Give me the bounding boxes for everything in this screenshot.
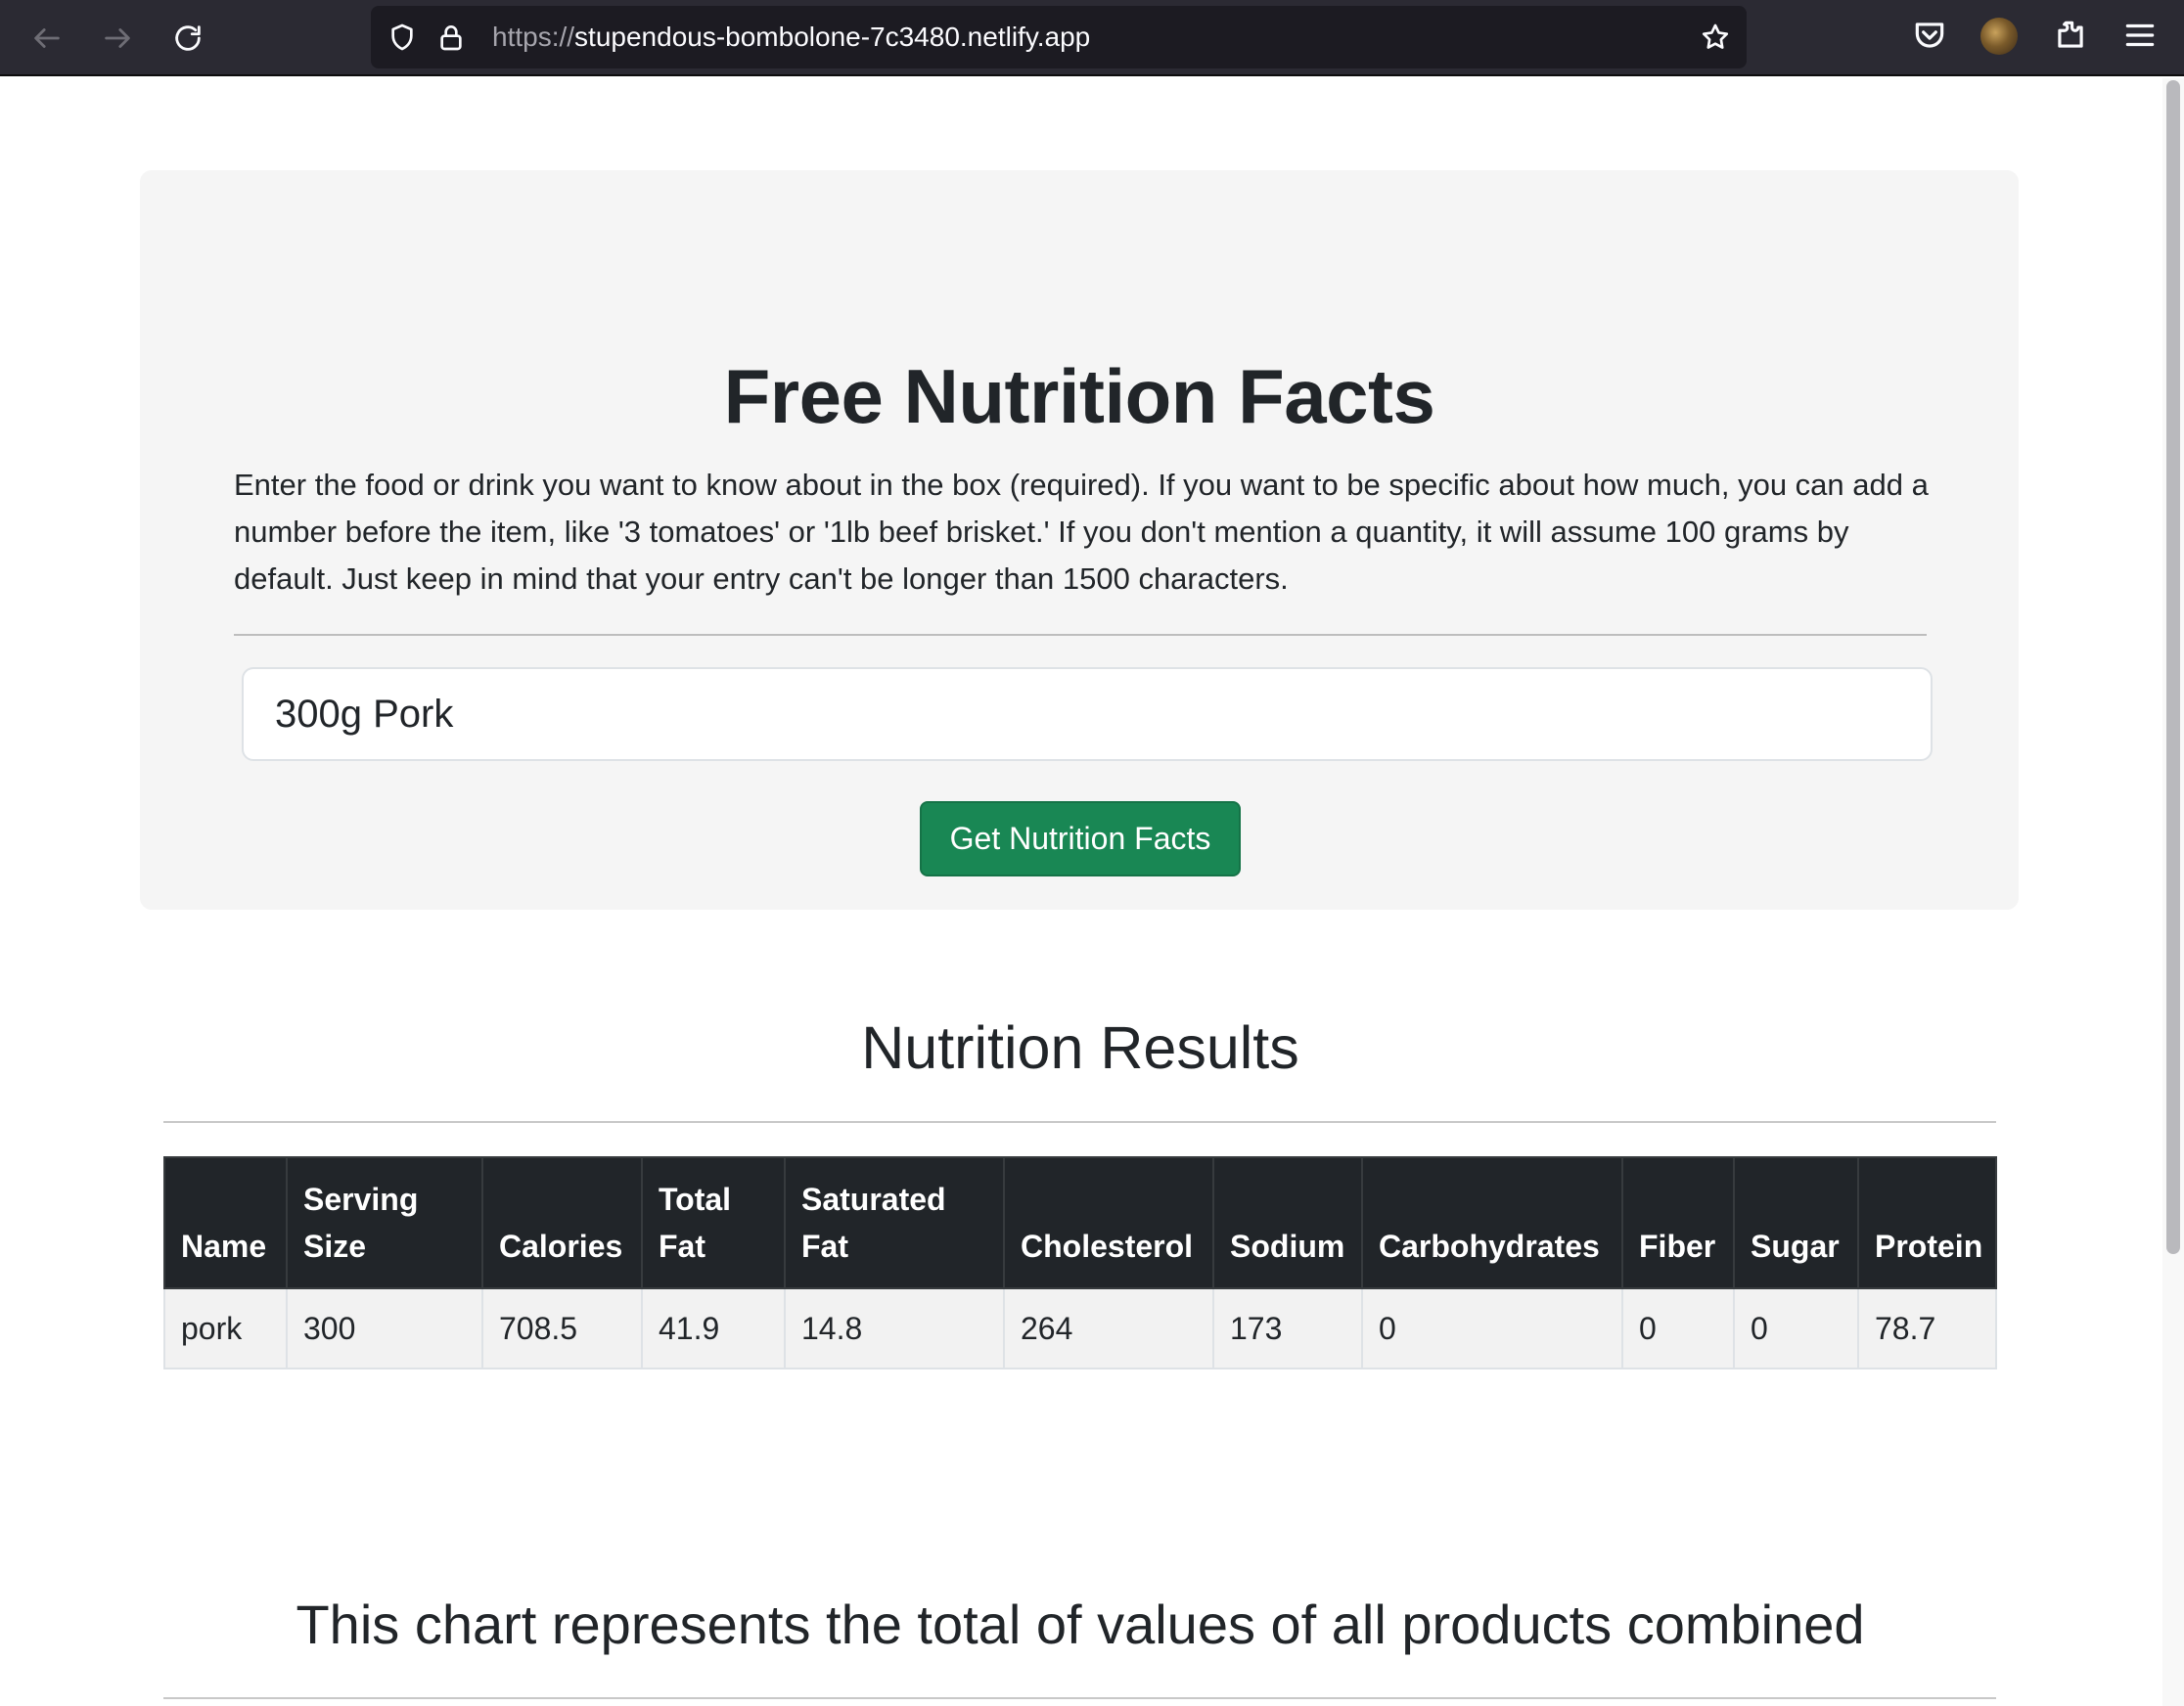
pocket-icon[interactable]: [1911, 17, 1948, 54]
page-content: Free Nutrition Facts Enter the food or d…: [0, 78, 2184, 1706]
column-header: Total Fat: [641, 1156, 786, 1289]
reload-button[interactable]: [162, 13, 213, 64]
table-cell: 78.7: [1857, 1287, 1997, 1369]
table-cell: 264: [1003, 1287, 1214, 1369]
divider: [163, 1121, 1996, 1123]
page-scrollbar[interactable]: [2162, 78, 2184, 1706]
table-cell: 708.5: [481, 1287, 643, 1369]
column-header: Saturated Fat: [784, 1156, 1005, 1289]
page-title: Free Nutrition Facts: [723, 353, 1435, 439]
column-header: Sugar: [1733, 1156, 1859, 1289]
table-cell: 14.8: [784, 1287, 1005, 1369]
column-header: Calories: [481, 1156, 643, 1289]
divider: [234, 634, 1927, 636]
lock-icon[interactable]: [435, 22, 467, 53]
reload-icon: [175, 25, 201, 51]
scrollbar-thumb[interactable]: [2166, 80, 2180, 1254]
chart-heading: This chart represents the total of value…: [296, 1594, 1865, 1655]
food-query-input[interactable]: [242, 667, 1933, 761]
browser-toolbar: https://stupendous-bombolone-7c3480.netl…: [0, 0, 2184, 76]
menu-icon[interactable]: [2121, 17, 2159, 54]
table-cell: 173: [1212, 1287, 1363, 1369]
extensions-icon[interactable]: [2052, 17, 2089, 54]
instructions-text: Enter the food or drink you want to know…: [234, 468, 1929, 596]
back-button[interactable]: [22, 13, 72, 64]
table-cell: 41.9: [641, 1287, 786, 1369]
table-cell: 0: [1621, 1287, 1735, 1369]
column-header: Sodium: [1212, 1156, 1363, 1289]
forward-button[interactable]: [92, 13, 143, 64]
get-nutrition-facts-button[interactable]: Get Nutrition Facts: [920, 801, 1241, 876]
back-icon: [34, 28, 60, 48]
url-host: stupendous-bombolone-7c3480.netlify.app: [574, 22, 1091, 52]
column-header: Fiber: [1621, 1156, 1735, 1289]
column-header: Cholesterol: [1003, 1156, 1214, 1289]
column-header: Serving Size: [286, 1156, 483, 1289]
address-bar[interactable]: https://stupendous-bombolone-7c3480.netl…: [371, 6, 1747, 68]
star-icon[interactable]: [1700, 22, 1731, 53]
forward-icon: [105, 28, 130, 48]
column-header: Protein: [1857, 1156, 1997, 1289]
search-panel: Free Nutrition Facts Enter the food or d…: [140, 170, 2019, 910]
url-text[interactable]: https://stupendous-bombolone-7c3480.netl…: [492, 6, 1090, 68]
shield-icon[interactable]: [387, 22, 418, 53]
results-heading: Nutrition Results: [861, 1014, 1299, 1081]
column-header: Carbohydrates: [1361, 1156, 1623, 1289]
avatar[interactable]: [1980, 18, 2018, 55]
table-cell: 0: [1361, 1287, 1623, 1369]
table-cell: 0: [1733, 1287, 1859, 1369]
table-row: pork 300 708.5 41.9 14.8 264 173 0 0 0 7…: [163, 1287, 1997, 1369]
url-protocol: https://: [492, 22, 575, 52]
column-header: Name: [163, 1156, 288, 1289]
nutrition-results-table: Name Serving Size Calories Total Fat Sat…: [163, 1156, 1997, 1369]
divider: [163, 1697, 1996, 1699]
table-cell: pork: [163, 1287, 288, 1369]
table-cell: 300: [286, 1287, 483, 1369]
table-header-row: Name Serving Size Calories Total Fat Sat…: [163, 1156, 1997, 1289]
